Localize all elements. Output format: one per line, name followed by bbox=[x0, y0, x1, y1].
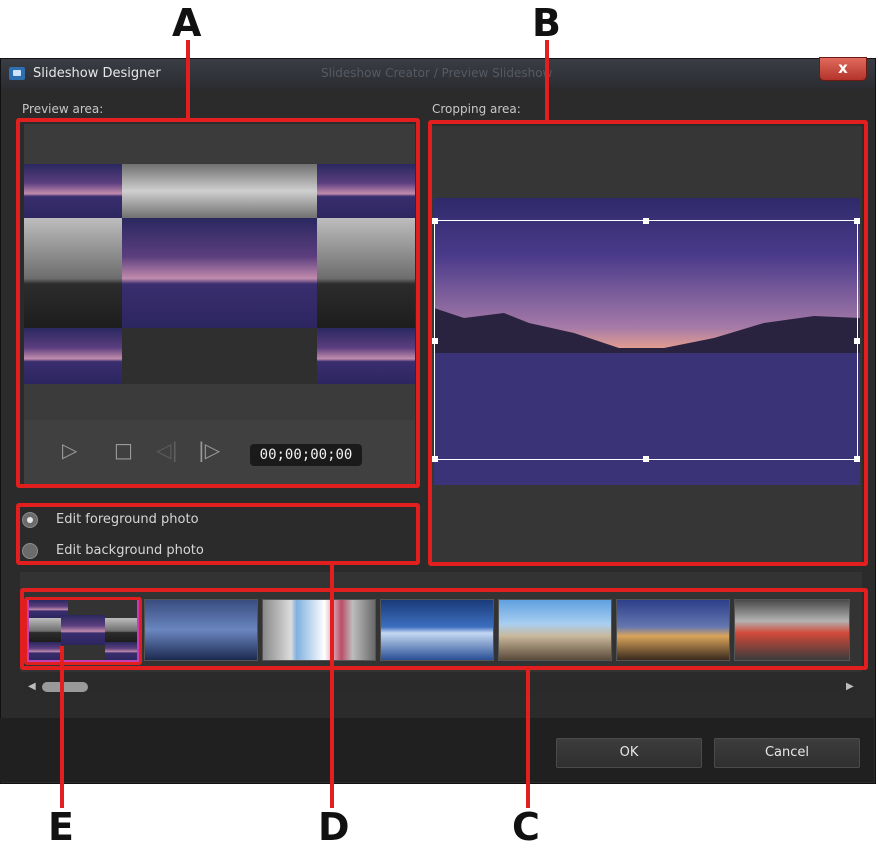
crop-handle[interactable] bbox=[643, 456, 649, 462]
template-thumbnail[interactable] bbox=[380, 599, 494, 661]
window-title: Slideshow Designer bbox=[33, 66, 161, 81]
collage-tile bbox=[317, 218, 415, 328]
callout-e: E bbox=[48, 805, 74, 849]
scroll-left-icon[interactable]: ◀ bbox=[28, 681, 36, 692]
cancel-button[interactable]: Cancel bbox=[714, 738, 860, 768]
collage-tile bbox=[122, 164, 317, 218]
collage-tile bbox=[24, 164, 122, 218]
preview-collage bbox=[24, 164, 415, 384]
collage-tile-main bbox=[122, 218, 317, 328]
collage-tile bbox=[317, 328, 415, 384]
template-thumbnail[interactable] bbox=[734, 599, 850, 661]
crop-handle[interactable] bbox=[854, 338, 860, 344]
background-radio[interactable] bbox=[22, 543, 38, 559]
template-thumbnail[interactable] bbox=[616, 599, 730, 661]
template-thumbnail-selected[interactable] bbox=[26, 597, 140, 663]
crop-handle[interactable] bbox=[854, 218, 860, 224]
callout-a: A bbox=[172, 1, 202, 45]
callout-line-b bbox=[545, 40, 549, 120]
callout-line-e bbox=[60, 646, 64, 808]
app-icon bbox=[9, 67, 25, 80]
crop-handle[interactable] bbox=[643, 218, 649, 224]
callout-line-c bbox=[526, 670, 530, 808]
filmstrip-scroll-thumb[interactable] bbox=[42, 682, 88, 692]
crop-handle[interactable] bbox=[432, 338, 438, 344]
next-frame-icon[interactable]: |▷ bbox=[198, 438, 220, 462]
callout-line-d bbox=[330, 565, 334, 808]
crop-handle[interactable] bbox=[432, 218, 438, 224]
playback-controls: ▷ □ ◁| |▷ 00;00;00;00 bbox=[24, 420, 415, 486]
template-thumbnail[interactable] bbox=[144, 599, 258, 661]
callout-d: D bbox=[318, 805, 350, 849]
ok-button[interactable]: OK bbox=[556, 738, 702, 768]
title-bar: Slideshow Designer Slideshow Creator / P… bbox=[1, 57, 875, 89]
scroll-right-icon[interactable]: ▶ bbox=[846, 681, 854, 692]
crop-handle[interactable] bbox=[432, 456, 438, 462]
collage-tile bbox=[24, 218, 122, 328]
play-icon[interactable]: ▷ bbox=[62, 438, 77, 462]
close-button[interactable]: x bbox=[819, 57, 867, 81]
crop-handle[interactable] bbox=[854, 456, 860, 462]
window-title-extra: Slideshow Creator / Preview Slideshow bbox=[321, 66, 553, 80]
collage-tile bbox=[24, 328, 122, 384]
template-thumbnail[interactable] bbox=[262, 599, 376, 661]
collage-tile bbox=[122, 328, 317, 384]
previous-frame-icon[interactable]: ◁| bbox=[156, 438, 178, 462]
foreground-radio-label: Edit foreground photo bbox=[56, 512, 199, 527]
foreground-radio[interactable] bbox=[22, 512, 38, 528]
collage-tile bbox=[317, 164, 415, 218]
template-thumbnail[interactable] bbox=[498, 599, 612, 661]
background-radio-label: Edit background photo bbox=[56, 543, 204, 558]
filmstrip-scrollbar[interactable] bbox=[24, 680, 862, 694]
preview-area-label: Preview area: bbox=[22, 102, 104, 116]
cropping-area-label: Cropping area: bbox=[432, 102, 521, 116]
callout-b: B bbox=[532, 1, 561, 45]
callout-c: C bbox=[512, 805, 540, 849]
timecode-display: 00;00;00;00 bbox=[250, 444, 362, 466]
stop-icon[interactable]: □ bbox=[114, 438, 133, 462]
crop-selection-box[interactable] bbox=[432, 218, 860, 462]
callout-line-a bbox=[186, 40, 190, 118]
